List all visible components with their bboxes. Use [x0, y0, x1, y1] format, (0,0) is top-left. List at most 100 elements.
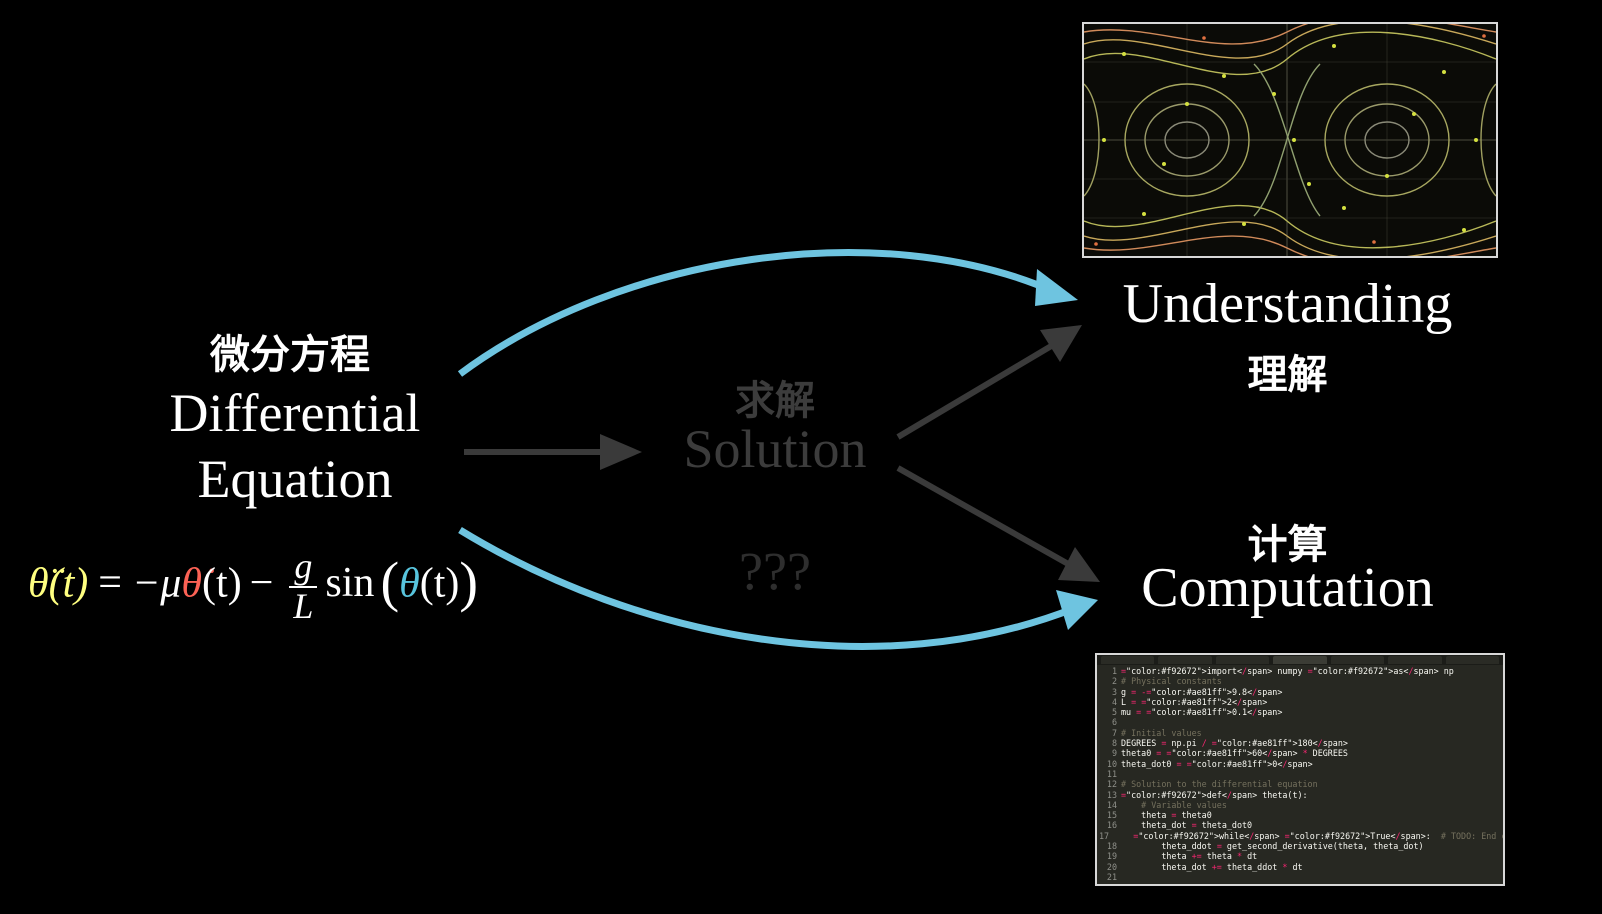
paren-close: ) [459, 551, 479, 614]
code-text: ="color:#f92672">def</span> theta(t): [1121, 789, 1308, 800]
code-text: theta0 = ="color:#ae81ff">60</span> * DE… [1121, 748, 1348, 759]
theta: θ [399, 560, 420, 607]
code-editor-screenshot: 1 ="color:#f92672">import</span> numpy ="… [1095, 653, 1505, 886]
computation-label: Computation [1141, 557, 1434, 619]
arrowhead-understanding [1035, 269, 1078, 306]
code-line: 16 theta_dot = theta_dot0 [1099, 820, 1503, 830]
time-arg-1: (t) [202, 560, 242, 607]
line-number: 17 [1099, 830, 1110, 841]
line-number: 1 [1111, 666, 1117, 676]
code-line: 15 theta = theta0 [1099, 810, 1503, 820]
line-number: 4 [1111, 696, 1117, 707]
code-lines: 1 ="color:#f92672">import</span> numpy ="… [1097, 665, 1503, 882]
time-arg-2: (t) [419, 560, 460, 607]
code-line: 19 theta += theta * dt [1099, 851, 1503, 861]
line-number: 7 [1111, 727, 1117, 738]
code-text: theta_dot += theta_ddot * dt [1121, 861, 1303, 872]
arrowhead-sol-und [1040, 325, 1082, 362]
code-text: # Physical constants [1121, 676, 1222, 687]
minus-sign: − [249, 560, 274, 607]
editor-tab [1388, 656, 1442, 664]
theta-dot: θ̇ [181, 560, 203, 607]
code-line: 8 DEGREES = np.pi / ="color:#ae81ff">180<… [1099, 738, 1503, 748]
fraction-denominator: L [293, 585, 314, 626]
differential-equation-label-zh: 微分方程 [210, 332, 370, 378]
arrow-solution-to-understanding [896, 339, 1060, 440]
line-number: 20 [1106, 861, 1117, 872]
line-number: 14 [1106, 799, 1117, 810]
line-number: 3 [1111, 686, 1117, 697]
code-text: ="color:#f92672">import</span> numpy ="c… [1121, 666, 1454, 676]
line-number: 6 [1111, 717, 1117, 728]
code-line: 12 # Solution to the differential equatio… [1099, 779, 1503, 789]
code-line: 7 # Initial values [1099, 728, 1503, 738]
code-line: 2 # Physical constants [1099, 676, 1503, 686]
code-text: theta_dot0 = ="color:#ae81ff">0</span> [1121, 758, 1313, 769]
solution-label: Solution [683, 419, 867, 479]
line-number: 5 [1111, 707, 1117, 718]
editor-tab-active [1273, 656, 1327, 664]
pendulum-equation: θ̈(t)​=−μθ̇(t)−gLsin(θ(t)) [28, 547, 479, 626]
code-text: # Variable values [1141, 799, 1227, 810]
code-line: 1 ="color:#f92672">import</span> numpy ="… [1099, 666, 1503, 676]
code-line: 6 [1099, 717, 1503, 727]
code-line: 17 ="color:#f92672">while</span> ="color… [1099, 831, 1503, 841]
sin-function: sin [325, 560, 375, 607]
arrowhead-solution [600, 434, 642, 470]
code-line: 3 g = -="color:#ae81ff">9.8</span> [1099, 687, 1503, 697]
editor-tab [1215, 656, 1270, 664]
code-text: theta += theta * dt [1121, 851, 1258, 862]
code-text: # Solution to the differential equation [1121, 779, 1318, 790]
code-line: 18 theta_ddot = get_second_derivative(th… [1099, 841, 1503, 851]
code-line: 9 theta0 = ="color:#ae81ff">60</span> * D… [1099, 748, 1503, 758]
line-number: 9 [1111, 748, 1117, 759]
unknown-marks: ??? [739, 541, 811, 601]
code-line: 14 # Variable values [1099, 800, 1503, 810]
phase-space-svg [1084, 24, 1496, 256]
line-number: 11 [1106, 768, 1117, 779]
line-number: 8 [1111, 738, 1117, 749]
code-text: theta = theta0 [1121, 810, 1212, 821]
editor-tab-bar [1097, 655, 1503, 665]
understanding-label: Understanding [1122, 273, 1453, 335]
code-text: mu = ="color:#ae81ff">0.1</span> [1121, 707, 1283, 718]
line-number: 13 [1106, 789, 1117, 800]
line-number: 10 [1106, 758, 1117, 769]
code-text: theta_dot = theta_dot0 [1121, 820, 1253, 831]
editor-tab [1158, 656, 1212, 664]
code-line: 13 ="color:#f92672">def</span> theta(t): [1099, 790, 1503, 800]
line-number: 15 [1106, 810, 1117, 821]
line-number: 12 [1106, 779, 1117, 790]
code-text: ="color:#f92672">while</span> ="color:#f… [1133, 830, 1503, 841]
line-number: 2 [1111, 676, 1117, 687]
code-text: L = ="color:#ae81ff">2</span> [1121, 696, 1268, 707]
line-number: 21 [1106, 871, 1117, 882]
code-text: DEGREES = np.pi / ="color:#ae81ff">180</… [1121, 738, 1348, 749]
code-line: 4 L = ="color:#ae81ff">2</span> [1099, 697, 1503, 707]
line-number: 16 [1106, 820, 1117, 831]
line-number: 18 [1106, 841, 1117, 852]
code-text: theta_ddot = get_second_derivative(theta… [1121, 841, 1424, 852]
fraction-numerator: g [289, 547, 318, 588]
arrow-solution-to-computation [896, 465, 1072, 568]
phase-space-flow-image [1082, 22, 1498, 258]
differential-equation-label-line2: Equation [197, 449, 393, 509]
code-line: 10 theta_dot0 = ="color:#ae81ff">0</span> [1099, 759, 1503, 769]
code-text: # Initial values [1121, 727, 1202, 738]
code-line: 21 [1099, 872, 1503, 882]
editor-tab [1445, 656, 1499, 664]
code-line: 11 [1099, 769, 1503, 779]
equals-sign: ​= [98, 560, 122, 607]
paren-open: ( [380, 551, 400, 614]
editor-tab [1101, 656, 1155, 664]
code-line: 20 theta_dot += theta_ddot * dt [1099, 862, 1503, 872]
g-over-l-fraction: gL [289, 547, 318, 626]
arrow-de-to-understanding [457, 249, 1057, 377]
understanding-label-zh: 理解 [1247, 352, 1328, 398]
editor-tab [1330, 656, 1385, 664]
theta-ddot: θ̈(t) [28, 560, 89, 607]
differential-equation-label-line1: Differential [169, 383, 421, 443]
code-text: g = -="color:#ae81ff">9.8</span> [1121, 686, 1283, 697]
line-number: 19 [1106, 851, 1117, 862]
code-line: 5 mu = ="color:#ae81ff">0.1</span> [1099, 707, 1503, 717]
